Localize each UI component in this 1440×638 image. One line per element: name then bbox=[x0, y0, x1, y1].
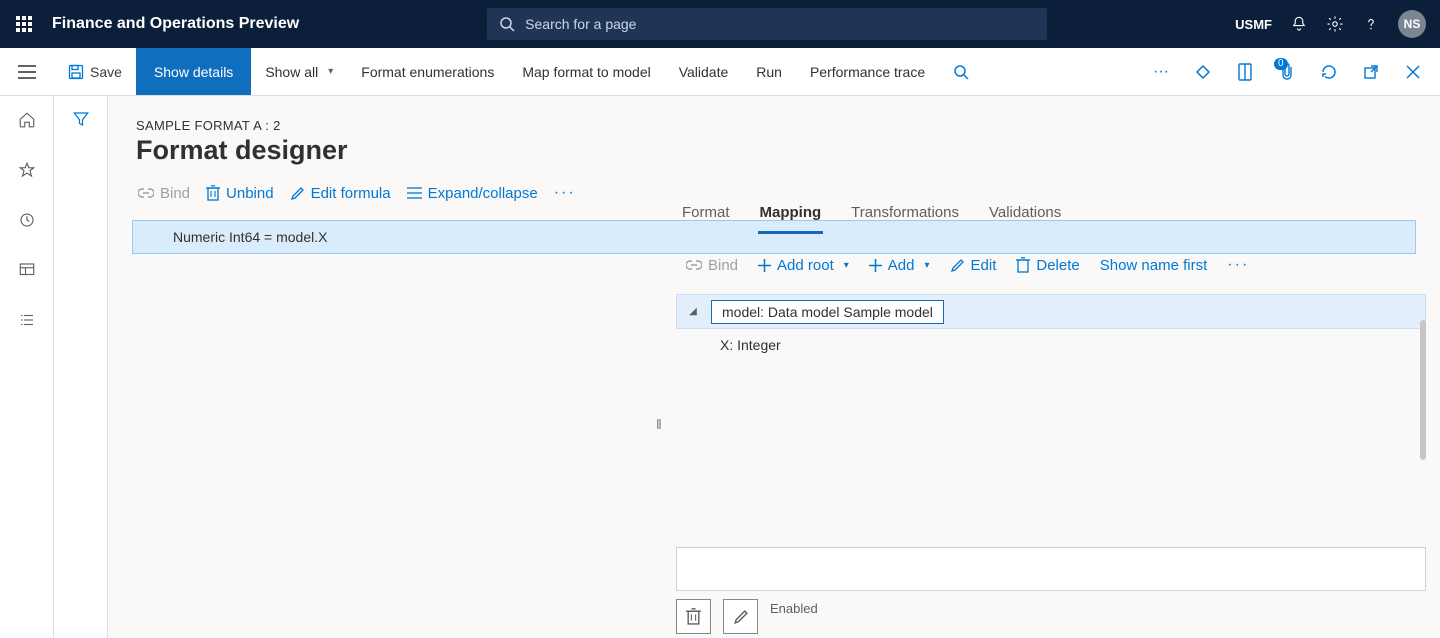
page-title: Format designer bbox=[108, 133, 1440, 166]
command-bar: Save Show details Show all ▾ Format enum… bbox=[0, 48, 1440, 96]
edit-label: Edit bbox=[971, 257, 997, 274]
gear-icon[interactable] bbox=[1326, 15, 1344, 33]
left-toolbar-overflow[interactable]: ··· bbox=[548, 180, 582, 206]
property-input[interactable] bbox=[676, 547, 1426, 591]
show-name-first-button[interactable]: Show name first bbox=[1094, 253, 1214, 278]
run-button[interactable]: Run bbox=[742, 48, 796, 95]
show-all-label: Show all bbox=[265, 64, 318, 80]
top-right-group: USMF NS bbox=[1235, 10, 1426, 38]
tab-mapping[interactable]: Mapping bbox=[758, 204, 824, 234]
trash-icon bbox=[206, 185, 220, 201]
expand-collapse-button[interactable]: Expand/collapse bbox=[401, 181, 544, 206]
performance-trace-button[interactable]: Performance trace bbox=[796, 48, 939, 95]
refresh-icon[interactable] bbox=[1312, 56, 1346, 88]
search-command-button[interactable] bbox=[939, 48, 983, 95]
mapping-root-label[interactable]: model: Data model Sample model bbox=[711, 300, 944, 324]
recent-nav-icon[interactable] bbox=[11, 204, 43, 236]
show-details-button[interactable]: Show details bbox=[136, 48, 251, 95]
search-placeholder: Search for a page bbox=[525, 16, 636, 32]
topbar: Finance and Operations Preview Search fo… bbox=[0, 0, 1440, 48]
unbind-button[interactable]: Unbind bbox=[200, 181, 280, 206]
pencil-icon bbox=[290, 186, 305, 201]
link-icon bbox=[138, 187, 154, 199]
mapping-bind-label: Bind bbox=[708, 257, 738, 274]
edit-button[interactable]: Edit bbox=[944, 253, 1003, 278]
add-root-label: Add root bbox=[777, 257, 834, 274]
search-box[interactable]: Search for a page bbox=[487, 8, 1047, 40]
search-icon bbox=[499, 16, 515, 32]
add-label: Add bbox=[888, 257, 915, 274]
mapping-tree: ◢ model: Data model Sample model X: Inte… bbox=[676, 294, 1426, 361]
chevron-down-icon: ▾ bbox=[328, 66, 333, 77]
modules-nav-icon[interactable] bbox=[11, 304, 43, 336]
edit-formula-button[interactable]: Edit formula bbox=[284, 181, 397, 206]
add-root-button[interactable]: Add root ▾ bbox=[752, 253, 855, 278]
expand-collapse-label: Expand/collapse bbox=[428, 185, 538, 202]
tab-format[interactable]: Format bbox=[680, 204, 732, 234]
property-area: Enabled bbox=[676, 547, 1426, 634]
chevron-down-icon: ▾ bbox=[844, 260, 849, 271]
command-bar-right: ··· 0 bbox=[1144, 56, 1440, 88]
tabs: Format Mapping Transformations Validatio… bbox=[676, 182, 1426, 234]
filter-column bbox=[54, 96, 108, 638]
validate-button[interactable]: Validate bbox=[665, 48, 743, 95]
workspaces-nav-icon[interactable] bbox=[11, 254, 43, 286]
property-delete-button[interactable] bbox=[676, 599, 711, 634]
format-enumerations-button[interactable]: Format enumerations bbox=[347, 48, 508, 95]
save-button[interactable]: Save bbox=[54, 48, 136, 95]
delete-button[interactable]: Delete bbox=[1010, 253, 1085, 278]
breadcrumb: SAMPLE FORMAT A : 2 bbox=[108, 96, 1440, 133]
tab-transformations[interactable]: Transformations bbox=[849, 204, 961, 234]
overflow-button[interactable]: ··· bbox=[1144, 56, 1178, 88]
close-icon[interactable] bbox=[1396, 56, 1430, 88]
attachments-icon[interactable]: 0 bbox=[1270, 56, 1304, 88]
mapping-tree-child[interactable]: X: Integer bbox=[676, 329, 1426, 361]
scrollbar[interactable] bbox=[1420, 320, 1426, 460]
attachments-badge: 0 bbox=[1274, 58, 1288, 70]
edit-formula-label: Edit formula bbox=[311, 185, 391, 202]
home-nav-icon[interactable] bbox=[11, 104, 43, 136]
filter-icon[interactable] bbox=[72, 110, 90, 638]
bell-icon[interactable] bbox=[1290, 15, 1308, 33]
main-area: SAMPLE FORMAT A : 2 Format designer Bind… bbox=[108, 96, 1440, 638]
mapping-tree-root[interactable]: ◢ model: Data model Sample model bbox=[676, 294, 1426, 329]
link-icon bbox=[686, 259, 702, 271]
save-icon bbox=[68, 64, 84, 80]
splitter-handle[interactable]: ‖ bbox=[656, 416, 662, 432]
delete-label: Delete bbox=[1036, 257, 1079, 274]
property-edit-button[interactable] bbox=[723, 599, 758, 634]
unbind-label: Unbind bbox=[226, 185, 274, 202]
help-icon[interactable] bbox=[1362, 15, 1380, 33]
app-title: Finance and Operations Preview bbox=[52, 15, 299, 33]
bind-button: Bind bbox=[132, 181, 196, 206]
plus-icon bbox=[758, 259, 771, 272]
left-nav-rail bbox=[0, 96, 54, 638]
options-icon[interactable] bbox=[1228, 56, 1262, 88]
avatar[interactable]: NS bbox=[1398, 10, 1426, 38]
extension-icon[interactable] bbox=[1186, 56, 1220, 88]
waffle-icon bbox=[16, 16, 32, 32]
mapping-toolbar-overflow[interactable]: ··· bbox=[1221, 252, 1255, 278]
popout-icon[interactable] bbox=[1354, 56, 1388, 88]
company-picker[interactable]: USMF bbox=[1235, 17, 1272, 32]
chevron-down-icon: ▾ bbox=[924, 260, 929, 271]
trash-icon bbox=[1016, 257, 1030, 273]
mapping-toolbar: Bind Add root ▾ Add ▾ Edit bbox=[676, 234, 1426, 278]
pencil-icon bbox=[950, 258, 965, 273]
show-all-button[interactable]: Show all ▾ bbox=[251, 48, 347, 95]
favorites-nav-icon[interactable] bbox=[11, 154, 43, 186]
save-label: Save bbox=[90, 64, 122, 80]
list-icon bbox=[407, 187, 422, 200]
plus-icon bbox=[869, 259, 882, 272]
nav-toggle-button[interactable] bbox=[0, 65, 54, 79]
add-button[interactable]: Add ▾ bbox=[863, 253, 936, 278]
tab-validations[interactable]: Validations bbox=[987, 204, 1063, 234]
map-format-to-model-button[interactable]: Map format to model bbox=[508, 48, 664, 95]
bind-label: Bind bbox=[160, 185, 190, 202]
collapse-icon[interactable]: ◢ bbox=[685, 306, 701, 317]
mapping-bind-button: Bind bbox=[680, 253, 744, 278]
app-launcher-button[interactable] bbox=[0, 16, 48, 32]
enabled-label: Enabled bbox=[770, 599, 818, 616]
